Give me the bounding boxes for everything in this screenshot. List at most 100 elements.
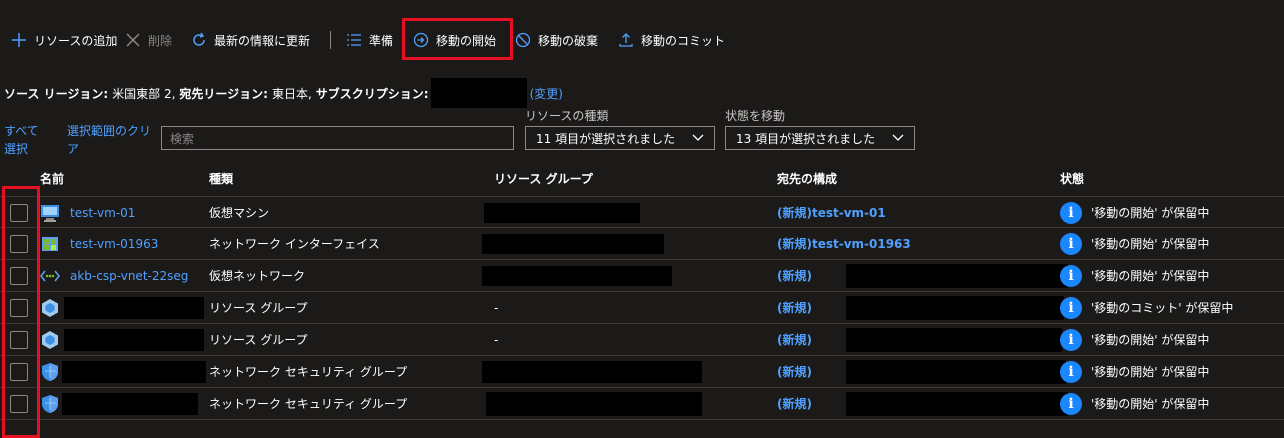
prohibited-icon [514,31,532,49]
redacted-destination [845,359,1066,384]
redacted-resource-group [482,265,672,286]
redacted-resource-name [62,392,198,415]
redacted-destination [845,263,1068,288]
plus-icon [10,31,28,49]
destination-link[interactable]: (新規) [777,267,812,284]
move-state-text: '移動のコミット' が保留中 [1091,301,1234,315]
resource-name-link[interactable]: test-vm-01 [70,197,135,228]
resource-group-cell [482,260,672,291]
table-row[interactable]: ネットワーク セキュリティ グループ (新規) i '移動の開始' が保留中 [0,356,1284,388]
delete-label: 削除 [148,33,173,48]
destination-link[interactable]: (新規) [777,331,812,348]
move-state-label: 状態を移動 [725,109,786,123]
resource-type: 仮想ネットワーク [209,269,306,283]
info-icon: i [1060,233,1082,255]
info-icon: i [1060,393,1082,415]
table-row[interactable]: リソース グループ - (新規) i '移動の開始' が保留中 [0,324,1284,356]
delete-button[interactable]: 削除 [124,28,172,52]
refresh-icon [190,31,208,49]
move-state-value: 13 項目が選択されました [736,131,876,146]
redacted-subscription [430,78,527,108]
move-state-text: '移動の開始' が保留中 [1091,237,1210,251]
select-all-link[interactable]: すべて選択 [4,122,48,158]
destination-link[interactable]: (新規)test-vm-01963 [777,228,911,259]
toolbar-divider [330,31,331,49]
resource-type: リソース グループ [209,301,308,315]
virtual-machine-icon [40,203,60,223]
resource-type-dropdown[interactable]: 11 項目が選択されました [525,126,715,150]
info-icon: i [1060,297,1082,319]
source-region-label: ソース リージョン: [4,86,109,101]
redacted-resource-name [64,328,204,351]
resource-type-label: リソースの種類 [525,109,609,123]
move-state-text: '移動の開始' が保留中 [1091,397,1210,411]
clear-selection-link[interactable]: 選択範囲のクリア [67,122,153,158]
initiate-move-highlight [402,18,513,60]
network-security-group-icon [40,394,60,414]
chevron-down-icon [692,131,704,145]
commit-move-button[interactable]: 移動のコミット [617,28,725,52]
destination-cell: (新規) [777,292,1064,323]
redacted-destination [845,391,1068,416]
redacted-destination [845,327,1062,352]
discard-move-button[interactable]: 移動の破棄 [514,28,598,52]
redacted-resource-group [482,233,664,254]
resource-name-link[interactable]: akb-csp-vnet-22seg [70,260,188,291]
table-row[interactable]: リソース グループ - (新規) i '移動のコミット' が保留中 [0,292,1284,324]
network-security-group-icon [40,362,60,382]
move-summary: ソース リージョン: 米国東部 2, 宛先リージョン: 東日本, サブスクリプシ… [4,78,563,108]
refresh-button[interactable]: 最新の情報に更新 [190,28,310,52]
resource-type: ネットワーク インターフェイス [209,237,380,251]
column-header-name[interactable]: 名前 [40,170,64,187]
subscription-label: サブスクリプション: [315,86,429,101]
destination-link[interactable]: (新規) [777,395,812,412]
prepare-button[interactable]: 準備 [345,28,393,52]
move-state-text: '移動の開始' が保留中 [1091,365,1210,379]
column-header-state[interactable]: 状態 [1060,170,1084,187]
destination-link[interactable]: (新規) [777,363,812,380]
resource-group-cell [482,228,664,259]
add-resources-label: リソースの追加 [34,33,118,48]
target-region-value: 東日本, [271,86,312,101]
destination-cell: (新規) [777,324,1062,355]
redacted-resource-group [482,360,702,383]
chevron-down-icon [892,131,904,145]
network-interface-icon [40,234,60,254]
target-region-label: 宛先リージョン: [179,86,268,101]
destination-cell: (新規) [777,388,1068,419]
resource-group-cell [486,388,702,419]
destination-link[interactable]: (新規) [777,299,812,316]
info-icon: i [1060,329,1082,351]
resource-name-link[interactable]: test-vm-01963 [70,228,158,259]
destination-cell: (新規) [777,356,1066,387]
resource-group-icon [40,298,60,318]
table-row[interactable]: ネットワーク セキュリティ グループ (新規) i '移動の開始' が保留中 [0,388,1284,420]
table-row[interactable]: test-vm-01 仮想マシン (新規)test-vm-01 i '移動の開始… [0,196,1284,228]
add-resources-button[interactable]: リソースの追加 [10,28,117,52]
resource-name-cell [62,356,206,387]
resource-group-cell [484,197,640,228]
resource-name-cell [62,388,198,419]
virtual-network-icon [39,266,61,286]
info-icon: i [1060,202,1082,224]
column-header-type[interactable]: 種類 [209,170,233,187]
source-region-value: 米国東部 2, [112,86,176,101]
resource-group-value: - [494,332,499,347]
redacted-resource-group [484,202,640,223]
list-icon [345,31,363,49]
destination-link[interactable]: (新規)test-vm-01 [777,197,886,228]
info-icon: i [1060,361,1082,383]
resource-type-value: 11 項目が選択されました [536,131,676,146]
prepare-label: 準備 [369,33,394,48]
info-icon: i [1060,265,1082,287]
column-header-destination[interactable]: 宛先の構成 [777,170,837,187]
resource-type: ネットワーク セキュリティ グループ [209,397,408,411]
change-link[interactable]: (変更) [530,85,563,102]
table-row[interactable]: test-vm-01963 ネットワーク インターフェイス (新規)test-v… [0,228,1284,260]
table-row[interactable]: akb-csp-vnet-22seg 仮想ネットワーク (新規) i '移動の開… [0,260,1284,292]
move-state-dropdown[interactable]: 13 項目が選択されました [725,126,915,150]
column-header-resource-group[interactable]: リソース グループ [494,170,593,187]
search-placeholder: 検索 [170,131,195,146]
search-input[interactable]: 検索 [161,126,514,150]
redacted-resource-name [62,360,206,383]
